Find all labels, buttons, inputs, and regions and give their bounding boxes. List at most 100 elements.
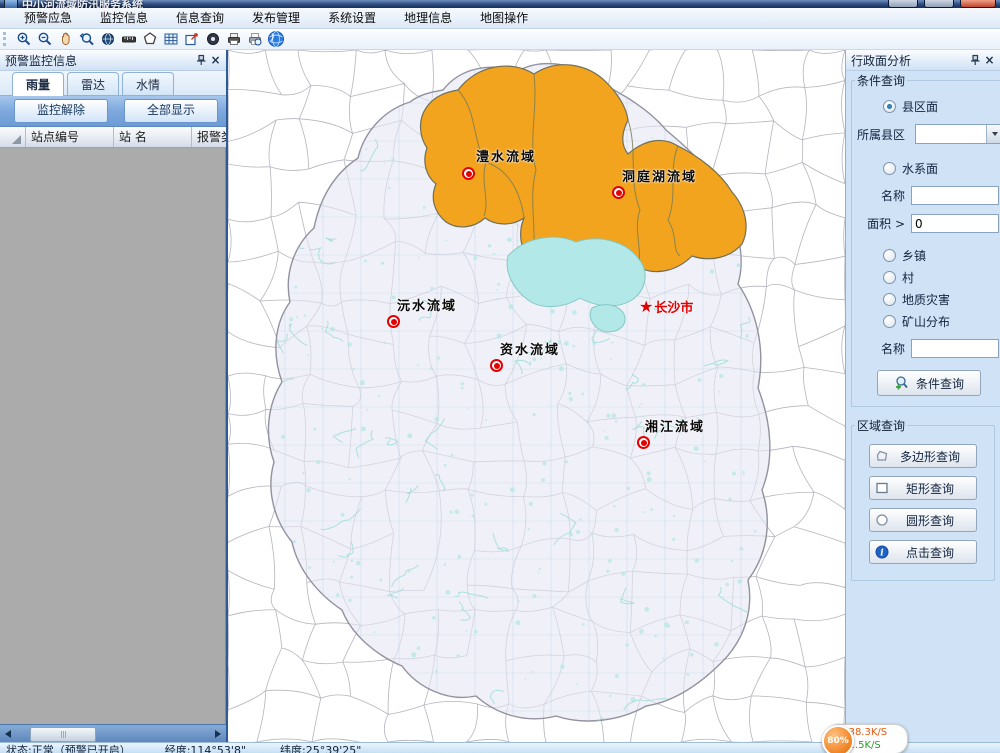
column-station-id[interactable]: 站点编号: [26, 127, 114, 147]
menu-item-map-operations[interactable]: 地图操作: [466, 8, 542, 28]
area-input[interactable]: [911, 214, 999, 233]
menu-item-publish-mgmt[interactable]: 发布管理: [238, 8, 314, 28]
menu-item-geo-info[interactable]: 地理信息: [390, 8, 466, 28]
geohazard-radio-icon[interactable]: [883, 293, 896, 306]
town-radio-icon[interactable]: [883, 249, 896, 262]
warning-monitor-panel: 预警监控信息 × 雨量 雷达 水情 监控解除 全部显示 站点编号 站 名 报警类…: [0, 50, 228, 742]
print-preview-icon: [247, 31, 263, 47]
zoom-in-button[interactable]: [13, 30, 34, 49]
export-icon: [184, 31, 200, 47]
maximize-button[interactable]: [924, 0, 954, 8]
svg-text:i: i: [880, 549, 884, 559]
export-map-button[interactable]: [181, 30, 202, 49]
area-field-row: 面积 >: [855, 214, 1000, 233]
select-polygon-button[interactable]: [139, 30, 160, 49]
polygon-icon: [875, 449, 889, 463]
select-all-cell[interactable]: [0, 127, 26, 147]
name-input[interactable]: [911, 186, 999, 205]
attribute-table-button[interactable]: [160, 30, 181, 49]
zoom-previous-button[interactable]: [76, 30, 97, 49]
circle-query-button[interactable]: 圆形查询: [869, 508, 977, 532]
internet-map-button[interactable]: [265, 30, 286, 49]
water-radio-row[interactable]: 水系面: [883, 160, 1000, 177]
menu-item-system-settings[interactable]: 系统设置: [314, 8, 390, 28]
name2-field-row: 名称: [855, 339, 1000, 358]
region-query-label: 区域查询: [855, 417, 907, 434]
station-marker-xiangjiang[interactable]: [637, 436, 650, 449]
scroll-thumb[interactable]: [30, 727, 96, 742]
warning-panel-header: 预警监控信息 ×: [0, 50, 226, 71]
status-text: 状态:正常（预警已开启）: [6, 742, 131, 753]
scroll-track[interactable]: [16, 726, 210, 741]
name2-input[interactable]: [911, 339, 999, 358]
print-button[interactable]: [223, 30, 244, 49]
station-marker-zishui[interactable]: [490, 359, 503, 372]
print-preview-button[interactable]: [244, 30, 265, 49]
release-monitor-button[interactable]: 监控解除: [14, 99, 108, 123]
rectangle-icon: [875, 481, 889, 495]
town-radio-row[interactable]: 乡镇: [883, 247, 1000, 264]
close-panel-icon[interactable]: ×: [208, 53, 223, 68]
menu-bar: 预警应急 监控信息 信息查询 发布管理 系统设置 地理信息 地图操作: [0, 8, 1000, 29]
close-button[interactable]: [960, 0, 996, 8]
zoom-out-button[interactable]: [34, 30, 55, 49]
printer-icon: [226, 31, 242, 47]
click-query-button[interactable]: i 点击查询: [869, 540, 977, 564]
village-radio-row[interactable]: 村: [883, 269, 1000, 286]
name2-label: 名称: [855, 340, 911, 357]
pin-icon[interactable]: [193, 53, 208, 68]
basin-label-zishui: 资水流域: [500, 339, 560, 358]
county-select[interactable]: [915, 124, 1000, 144]
close-panel-icon[interactable]: ×: [982, 53, 997, 68]
globe-icon: [100, 31, 116, 47]
condition-query-button[interactable]: 条件查询: [877, 370, 981, 396]
show-all-button[interactable]: 全部显示: [124, 99, 218, 123]
minimize-button[interactable]: [888, 0, 918, 8]
basin-label-yuanshui: 沅水流域: [397, 295, 457, 314]
rectangle-query-button[interactable]: 矩形查询: [869, 476, 977, 500]
window-title: 中小河流域防汛服务系统: [22, 0, 143, 8]
eagle-eye-icon: [205, 31, 221, 47]
map-canvas[interactable]: [228, 50, 845, 742]
ruler-icon: [121, 31, 137, 47]
station-marker-yuanshui[interactable]: [387, 315, 400, 328]
tab-water-level[interactable]: 水情: [122, 72, 174, 95]
circle-icon: [875, 513, 889, 527]
column-station-name[interactable]: 站 名: [114, 127, 192, 147]
geohazard-radio-row[interactable]: 地质灾害: [883, 291, 1000, 308]
measure-button[interactable]: [118, 30, 139, 49]
station-marker-dongting[interactable]: [612, 186, 625, 199]
menu-item-info-query[interactable]: 信息查询: [162, 8, 238, 28]
region-query-group: 区域查询 多边形查询 矩形查询 圆形查询 i: [851, 417, 995, 581]
monitor-button-row: 监控解除 全部显示: [0, 96, 226, 127]
station-marker-lishui[interactable]: [462, 167, 475, 180]
map-toolbar: [0, 29, 1000, 50]
station-grid-body[interactable]: [0, 148, 226, 724]
pan-button[interactable]: [55, 30, 76, 49]
county-radio-icon[interactable]: [883, 100, 896, 113]
station-grid-header: 站点编号 站 名 报警类别: [0, 127, 226, 148]
analysis-panel-title: 行政面分析: [851, 52, 967, 69]
pin-icon[interactable]: [967, 53, 982, 68]
scroll-left-arrow[interactable]: [0, 726, 16, 742]
county-select-row: 所属县区: [855, 124, 1000, 144]
tab-rainfall[interactable]: 雨量: [12, 72, 64, 96]
menu-item-warning-emergency[interactable]: 预警应急: [10, 8, 86, 28]
tab-radar[interactable]: 雷达: [67, 72, 119, 95]
grid-hscrollbar[interactable]: [0, 724, 226, 742]
polygon-query-button[interactable]: 多边形查询: [869, 444, 977, 468]
village-radio-icon[interactable]: [883, 271, 896, 284]
county-radio-row[interactable]: 县区面: [883, 98, 1000, 115]
net-percent-badge[interactable]: 80%: [822, 725, 854, 753]
water-radio-icon[interactable]: [883, 162, 896, 175]
scroll-right-arrow[interactable]: [210, 726, 226, 742]
chevron-down-icon[interactable]: [986, 125, 1000, 143]
map-area[interactable]: 澧水流域 洞庭湖流域 沅水流域 资水流域 湘江流域 ★ 长沙市: [228, 50, 845, 742]
blue-globe-icon: [267, 30, 285, 48]
column-alarm-type[interactable]: 报警类别: [192, 127, 226, 147]
mine-radio-icon[interactable]: [883, 315, 896, 328]
eagle-eye-button[interactable]: [202, 30, 223, 49]
full-extent-button[interactable]: [97, 30, 118, 49]
mine-radio-row[interactable]: 矿山分布: [883, 313, 1000, 330]
menu-item-monitor-info[interactable]: 监控信息: [86, 8, 162, 28]
